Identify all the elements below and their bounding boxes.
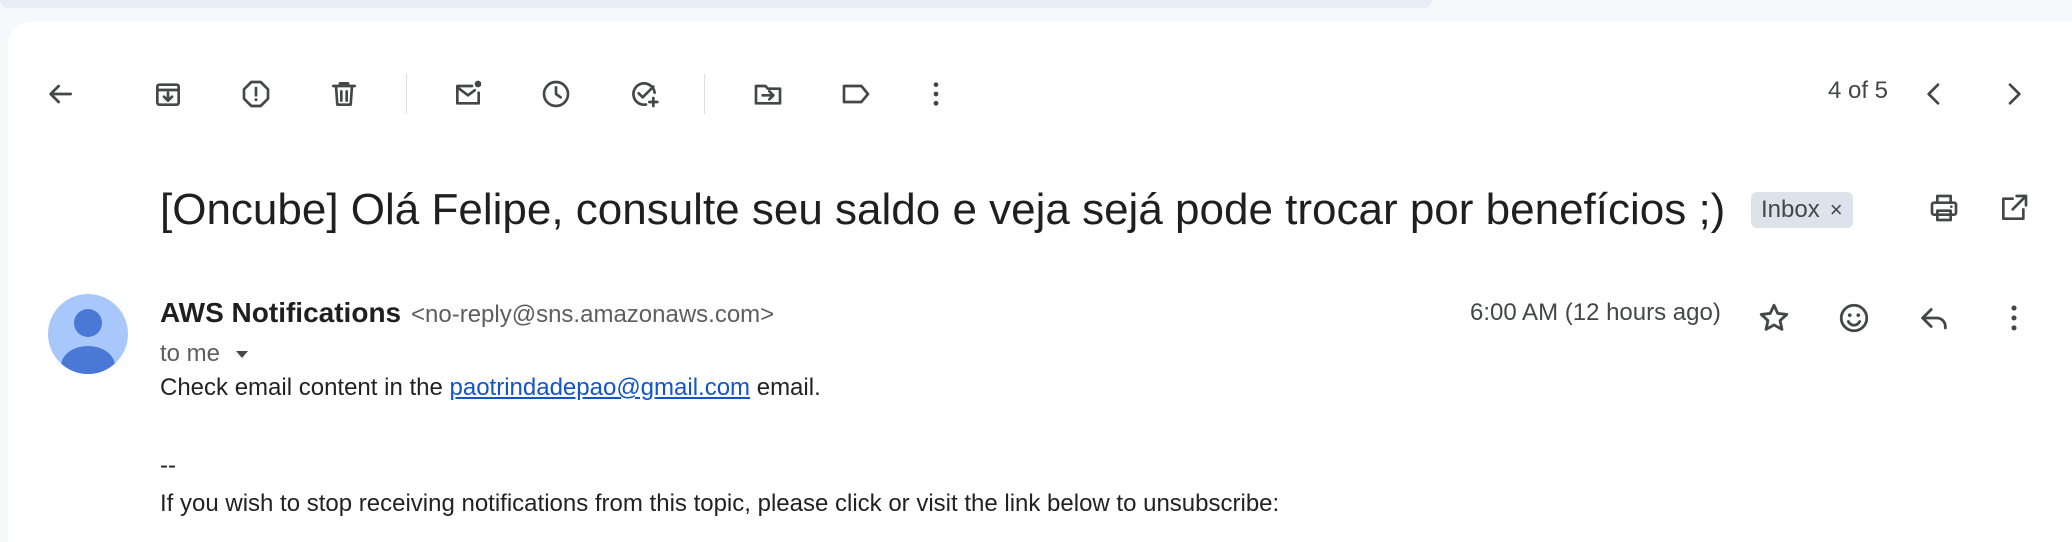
print-icon: [1930, 194, 1958, 222]
email-link[interactable]: paotrindadepao@gmail.com: [450, 374, 751, 401]
more-vert-icon: [933, 82, 939, 106]
chevron-right-icon: [2008, 83, 2021, 105]
unsubscribe-notice: If you wish to stop receiving notificati…: [160, 490, 1280, 517]
add-to-tasks-button[interactable]: [620, 70, 668, 118]
labels-button[interactable]: [832, 70, 880, 118]
mark-unread-icon: [456, 80, 482, 105]
emoji-icon: [1839, 303, 1869, 333]
body-text: Check email content in the: [160, 374, 450, 401]
sender-avatar[interactable]: [48, 294, 128, 374]
search-bar-bottom-edge: [0, 0, 1432, 8]
report-spam-icon: [242, 80, 270, 108]
recipient-details-toggle[interactable]: to me: [160, 340, 254, 368]
back-arrow-icon: [49, 84, 72, 104]
newer-button[interactable]: [1910, 70, 1958, 118]
email-timestamp: 6:00 AM (12 hours ago): [1470, 299, 1721, 326]
label-icon: [842, 84, 870, 104]
more-vert-icon: [2011, 305, 2017, 331]
inbox-label-badge[interactable]: Inbox ×: [1751, 192, 1853, 228]
sender-email: <no-reply@sns.amazonaws.com>: [411, 301, 775, 328]
email-view: 4 of 5 [Oncube] Olá Felipe, consulte seu…: [8, 22, 2072, 542]
message-more-button[interactable]: [1986, 290, 2042, 346]
toolbar-divider: [704, 74, 705, 114]
reply-button[interactable]: [1906, 290, 1962, 346]
body-text: email.: [750, 374, 821, 401]
report-spam-button[interactable]: [232, 70, 280, 118]
back-button[interactable]: [36, 70, 84, 118]
caret-down-icon[interactable]: [230, 342, 254, 366]
reply-icon: [1921, 308, 1947, 330]
message-counter: 4 of 5: [1827, 77, 1888, 104]
move-to-button[interactable]: [744, 70, 792, 118]
older-button[interactable]: [1990, 70, 2038, 118]
add-task-icon: [632, 82, 659, 108]
trash-icon: [332, 82, 356, 106]
recipient-label: to me: [160, 340, 221, 367]
remove-label-icon[interactable]: ×: [1830, 197, 1843, 223]
sender-name[interactable]: AWS Notifications: [160, 297, 401, 329]
archive-icon: [156, 83, 180, 106]
archive-button[interactable]: [144, 70, 192, 118]
add-reaction-button[interactable]: [1826, 290, 1882, 346]
clock-icon: [542, 80, 570, 108]
snooze-button[interactable]: [532, 70, 580, 118]
email-body-line-1: Check email content in the paotrindadepa…: [160, 374, 821, 402]
open-in-new-window-button[interactable]: [1990, 184, 2038, 232]
open-in-new-icon: [2002, 194, 2028, 220]
mark-unread-button[interactable]: [444, 70, 492, 118]
toolbar-divider: [406, 74, 407, 114]
email-subject: [Oncube] Olá Felipe, consulte seu saldo …: [160, 185, 1726, 234]
print-button[interactable]: [1920, 184, 1968, 232]
star-icon: [1759, 303, 1789, 331]
chevron-left-icon: [1927, 83, 1940, 105]
star-button[interactable]: [1746, 290, 1802, 346]
move-to-folder-icon: [754, 84, 782, 105]
person-icon: [61, 309, 115, 374]
delete-button[interactable]: [320, 70, 368, 118]
more-options-button[interactable]: [912, 70, 960, 118]
signature-separator: --: [160, 452, 176, 479]
label-name: Inbox: [1761, 196, 1820, 223]
